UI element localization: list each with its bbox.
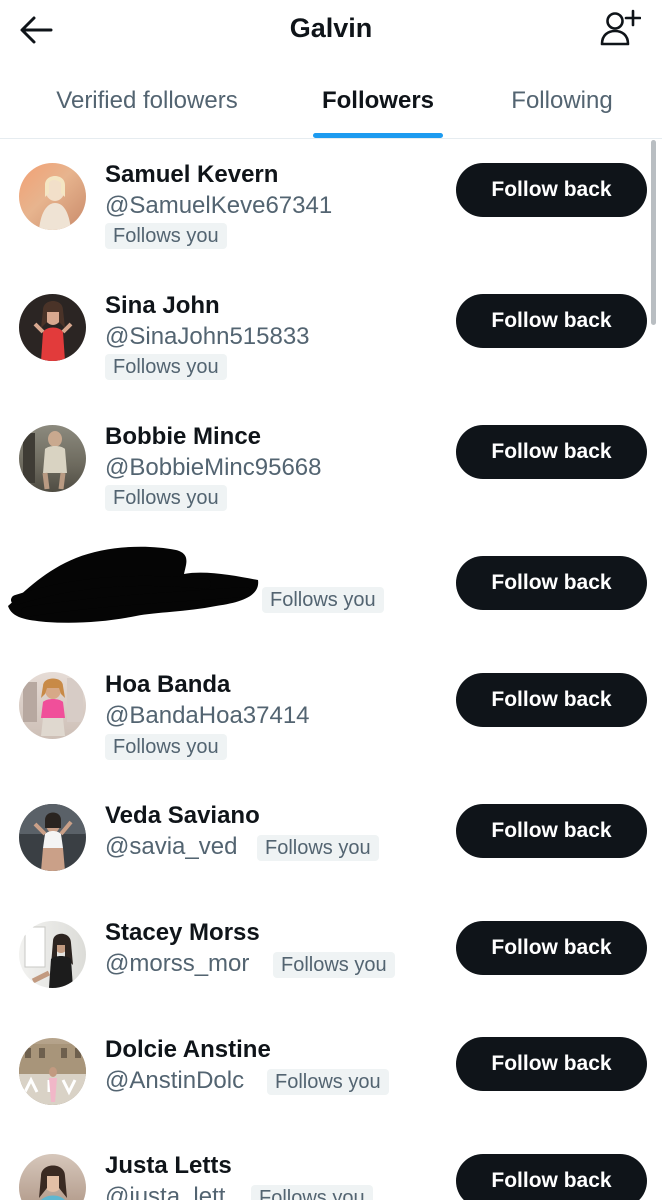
- tab-label: Following: [511, 87, 613, 114]
- user-name[interactable]: Bobbie Mince: [105, 422, 261, 452]
- follow-back-button[interactable]: Follow back: [456, 673, 647, 727]
- list-item[interactable]: Bobbie Mince @BobbieMinc95668 Follows yo…: [0, 401, 662, 532]
- follows-you-badge: Follows you: [105, 485, 227, 511]
- list-item[interactable]: Stacey Morss @morss_mor Follows you Foll…: [0, 896, 662, 1013]
- tab-verified-followers[interactable]: Verified followers: [22, 64, 272, 138]
- follow-back-button[interactable]: Follow back: [456, 921, 647, 975]
- follows-you-badge: Follows you: [251, 1185, 373, 1200]
- list-item[interactable]: Hoa Banda @BandaHoa37414 Follows you Fol…: [0, 648, 662, 779]
- user-name[interactable]: Veda Saviano: [105, 801, 260, 831]
- follow-back-button[interactable]: Follow back: [456, 1037, 647, 1091]
- follows-you-badge: Follows you: [257, 835, 379, 861]
- follow-back-button[interactable]: Follow back: [456, 294, 647, 348]
- avatar[interactable]: [19, 921, 86, 988]
- list-item[interactable]: Dolcie Anstine @AnstinDolc Follows you F…: [0, 1013, 662, 1130]
- follow-back-button[interactable]: Follow back: [456, 425, 647, 479]
- user-handle: @BandaHoa37414: [105, 702, 310, 729]
- list-item[interactable]: Veda Saviano @savia_ved Follows you Foll…: [0, 779, 662, 896]
- list-item[interactable]: Samuel Kevern @SamuelKeve67341 Follows y…: [0, 139, 662, 270]
- active-tab-indicator: [313, 133, 443, 138]
- user-handle: @justa_lett: [105, 1183, 226, 1200]
- tab-following[interactable]: Following: [484, 64, 640, 138]
- follows-you-badge: Follows you: [105, 354, 227, 380]
- user-handle: @morss_mor: [105, 950, 250, 977]
- follows-you-badge: Follows you: [267, 1069, 389, 1095]
- follows-you-badge: Follows you: [262, 587, 384, 613]
- avatar[interactable]: [19, 425, 86, 492]
- list-item[interactable]: Justa Letts @justa_lett Follows you Foll…: [0, 1130, 662, 1200]
- user-name[interactable]: Justa Letts: [105, 1151, 232, 1181]
- follows-you-badge: Follows you: [105, 734, 227, 760]
- avatar[interactable]: [19, 294, 86, 361]
- user-name[interactable]: Hoa Banda: [105, 670, 230, 700]
- followers-screen: Galvin Verified followers Followers Foll…: [0, 0, 662, 1200]
- user-handle: @savia_ved: [105, 833, 238, 860]
- top-bar: Galvin: [0, 0, 662, 65]
- tab-label: Verified followers: [56, 87, 238, 114]
- add-user-button[interactable]: [596, 6, 644, 50]
- avatar[interactable]: [19, 1038, 86, 1105]
- follows-you-badge: Follows you: [273, 952, 395, 978]
- avatar[interactable]: [19, 804, 86, 871]
- follow-back-button[interactable]: Follow back: [456, 1154, 647, 1200]
- user-handle: @SamuelKeve67341: [105, 192, 333, 219]
- user-handle: @AnstinDolc: [105, 1067, 245, 1094]
- avatar[interactable]: [19, 163, 86, 230]
- list-item[interactable]: Sina John @SinaJohn515833 Follows you Fo…: [0, 270, 662, 401]
- follow-back-button[interactable]: Follow back: [456, 556, 647, 610]
- follow-back-button[interactable]: Follow back: [456, 804, 647, 858]
- user-handle: @SinaJohn515833: [105, 323, 310, 350]
- tab-label: Followers: [321, 87, 435, 114]
- user-name[interactable]: Stacey Morss: [105, 918, 260, 948]
- redaction-scribble: [8, 546, 259, 623]
- add-user-icon: [600, 9, 641, 46]
- avatar[interactable]: [19, 1154, 86, 1200]
- user-name[interactable]: Samuel Kevern: [105, 160, 278, 190]
- tab-followers[interactable]: Followers: [300, 64, 456, 138]
- avatar[interactable]: [19, 672, 86, 739]
- user-handle: @BobbieMinc95668: [105, 454, 322, 481]
- follows-you-badge: Follows you: [105, 223, 227, 249]
- page-title: Galvin: [289, 13, 373, 43]
- user-name[interactable]: Dolcie Anstine: [105, 1035, 271, 1065]
- tab-bar: Verified followers Followers Following: [0, 64, 662, 139]
- user-name[interactable]: Sina John: [105, 291, 220, 321]
- follow-back-button[interactable]: Follow back: [456, 163, 647, 217]
